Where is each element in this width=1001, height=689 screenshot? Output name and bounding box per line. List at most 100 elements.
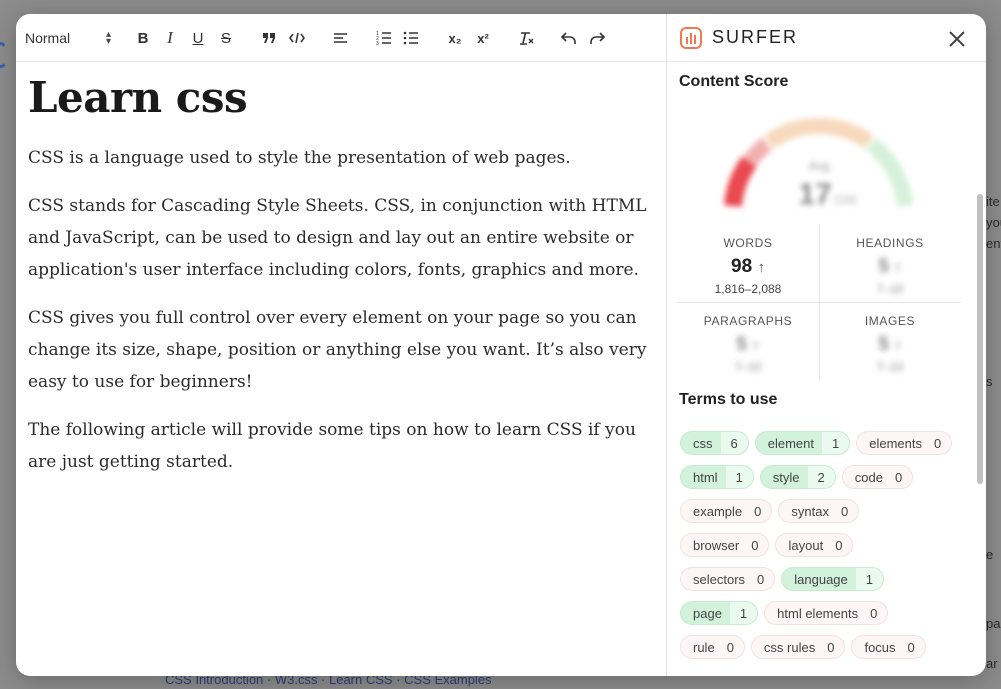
underline-icon: U bbox=[192, 29, 204, 47]
term-chip[interactable]: layout 0 bbox=[775, 533, 854, 557]
content-score-title: Content Score bbox=[679, 73, 789, 90]
term-chip[interactable]: language 1 bbox=[781, 567, 884, 591]
document-paragraph[interactable]: CSS gives you full control over every el… bbox=[28, 302, 653, 398]
stat-range: 7–10 bbox=[734, 360, 762, 374]
term-chip[interactable]: html elements 0 bbox=[764, 601, 889, 625]
redo-icon bbox=[590, 32, 605, 44]
superscript-button[interactable]: x² bbox=[472, 26, 494, 50]
stat-label: HEADINGS bbox=[856, 236, 924, 250]
term-chip[interactable]: example 0 bbox=[680, 499, 773, 523]
document-paragraph[interactable]: CSS is a language used to style the pres… bbox=[28, 142, 653, 174]
term-row: css 6 element 1 elements 0 bbox=[680, 431, 970, 455]
editor-toolbar: Normal ▴ ▾ B I U S 123 x₂ x² bbox=[16, 14, 666, 62]
score-label: Avg bbox=[809, 159, 829, 173]
term-chip[interactable]: element 1 bbox=[754, 431, 851, 455]
stat-range: 7–10 bbox=[876, 282, 904, 296]
stat-label: PARAGRAPHS bbox=[703, 314, 793, 328]
code-icon bbox=[289, 32, 305, 44]
term-chip[interactable]: elements 0 bbox=[856, 431, 953, 455]
content-stats-grid: WORDS 98 ↑ 1,816–2,088 HEADINGS 5 ↑ 7–10… bbox=[677, 224, 961, 380]
term-count: 0 bbox=[751, 537, 759, 553]
stat-range: 7–10 bbox=[876, 360, 904, 374]
term-count: 1 bbox=[821, 432, 850, 454]
editor-pane: Normal ▴ ▾ B I U S 123 x₂ x² Learn css C… bbox=[16, 14, 666, 676]
term-count: 0 bbox=[840, 503, 849, 519]
words-count: 98 bbox=[731, 256, 753, 277]
term-count: 0 bbox=[754, 503, 762, 519]
term-chip[interactable]: focus 0 bbox=[851, 635, 926, 659]
paragraphs-count: 5 bbox=[736, 334, 747, 355]
svg-text:3: 3 bbox=[376, 41, 379, 45]
term-count: 6 bbox=[720, 432, 748, 454]
term-label: elements bbox=[869, 435, 922, 451]
panel-scrollbar[interactable] bbox=[974, 66, 986, 676]
term-label: selectors bbox=[693, 571, 746, 587]
blockquote-icon bbox=[263, 33, 275, 43]
term-chip[interactable]: syntax 0 bbox=[778, 499, 860, 523]
term-count: 1 bbox=[725, 466, 753, 488]
term-row: rule 0 css rules 0 focus 0 bbox=[680, 635, 970, 659]
stat-value: 5 ↑ bbox=[819, 334, 961, 356]
term-label: html elements bbox=[777, 605, 859, 621]
term-count: 1 bbox=[729, 602, 758, 624]
document-paragraph[interactable]: The following article will provide some … bbox=[28, 414, 653, 478]
term-chip[interactable]: rule 0 bbox=[680, 635, 745, 659]
term-label: example bbox=[693, 503, 743, 519]
close-icon[interactable] bbox=[947, 29, 967, 49]
trend-up-icon: ↑ bbox=[752, 337, 760, 354]
italic-button[interactable]: I bbox=[159, 26, 181, 50]
redo-button[interactable] bbox=[586, 26, 608, 50]
images-count: 5 bbox=[878, 334, 889, 355]
term-count: 0 bbox=[726, 639, 734, 655]
blockquote-button[interactable] bbox=[258, 26, 280, 50]
term-chip[interactable]: html 1 bbox=[680, 465, 754, 489]
undo-button[interactable] bbox=[558, 26, 580, 50]
term-count: 2 bbox=[807, 466, 835, 488]
score-suffix: /100 bbox=[833, 193, 857, 207]
bg-text-fragment: ent bbox=[986, 236, 1001, 251]
surfer-panel: SURFER Content Score Avg 17 /100 WORDS 9… bbox=[667, 14, 986, 676]
document-title[interactable]: Learn css bbox=[28, 72, 653, 124]
term-chip[interactable]: code 0 bbox=[841, 465, 914, 489]
content-score-gauge: Avg 17 /100 bbox=[724, 117, 913, 211]
bg-text-fragment: ite bbox=[986, 194, 1000, 209]
stat-images: IMAGES 5 ↑ 7–10 bbox=[819, 302, 961, 380]
align-left-icon bbox=[333, 33, 347, 43]
bold-button[interactable]: B bbox=[132, 26, 154, 50]
background-logo-fragment bbox=[0, 42, 8, 68]
align-left-button[interactable] bbox=[329, 26, 351, 50]
term-chip[interactable]: css 6 bbox=[680, 431, 749, 455]
term-chip[interactable]: css rules 0 bbox=[750, 635, 846, 659]
underline-button[interactable]: U bbox=[187, 26, 209, 50]
document-content[interactable]: Learn css CSS is a language used to styl… bbox=[28, 72, 653, 478]
term-label: html bbox=[693, 469, 718, 485]
stat-value: 5 ↑ bbox=[819, 256, 961, 278]
term-chip[interactable]: browser 0 bbox=[680, 533, 770, 557]
panel-header: SURFER bbox=[667, 14, 986, 62]
select-arrows-icon: ▴ ▾ bbox=[105, 29, 111, 47]
strikethrough-button[interactable]: S bbox=[215, 26, 237, 50]
document-paragraph[interactable]: CSS stands for Cascading Style Sheets. C… bbox=[28, 190, 653, 286]
term-chip[interactable]: page 1 bbox=[680, 601, 759, 625]
term-count: 0 bbox=[827, 639, 835, 655]
bullet-list-button[interactable] bbox=[400, 26, 422, 50]
scrollbar-thumb[interactable] bbox=[977, 194, 983, 484]
superscript-icon: x² bbox=[477, 30, 489, 46]
trend-up-icon: ↑ bbox=[894, 337, 902, 354]
term-label: layout bbox=[788, 537, 824, 553]
term-chip[interactable]: selectors 0 bbox=[680, 567, 776, 591]
term-label: style bbox=[772, 469, 800, 485]
ordered-list-button[interactable]: 123 bbox=[373, 26, 395, 50]
term-row: selectors 0 language 1 bbox=[680, 567, 970, 591]
background-page-fragments: ite you ent s e pag ar bbox=[986, 0, 1001, 689]
subscript-button[interactable]: x₂ bbox=[444, 26, 466, 50]
clear-format-button[interactable] bbox=[516, 26, 538, 50]
bg-text-fragment: e bbox=[986, 547, 994, 562]
surfer-logo-icon bbox=[680, 27, 702, 49]
term-chip[interactable]: style 2 bbox=[759, 465, 836, 489]
term-label: language bbox=[794, 571, 848, 587]
term-label: browser bbox=[693, 537, 740, 553]
term-label: css rules bbox=[763, 639, 816, 655]
format-select[interactable]: Normal ▴ ▾ bbox=[25, 28, 111, 48]
code-button[interactable] bbox=[286, 26, 308, 50]
